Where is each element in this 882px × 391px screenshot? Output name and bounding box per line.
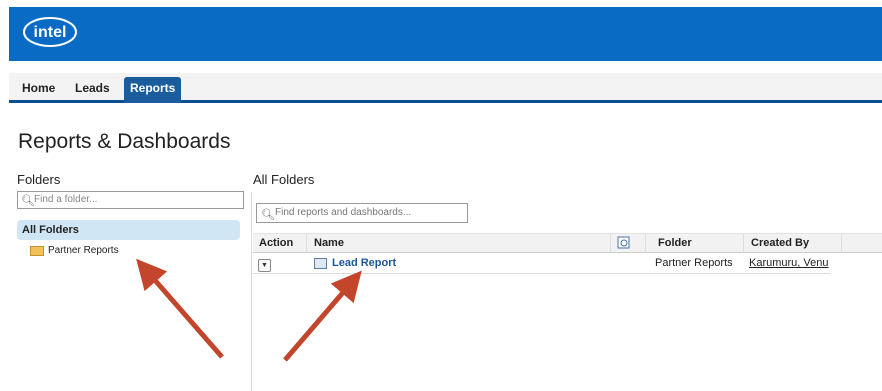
arrow-to-partner-reports	[136, 258, 224, 359]
arrow-to-lead-report	[283, 270, 362, 362]
annotation-arrows	[136, 258, 362, 362]
